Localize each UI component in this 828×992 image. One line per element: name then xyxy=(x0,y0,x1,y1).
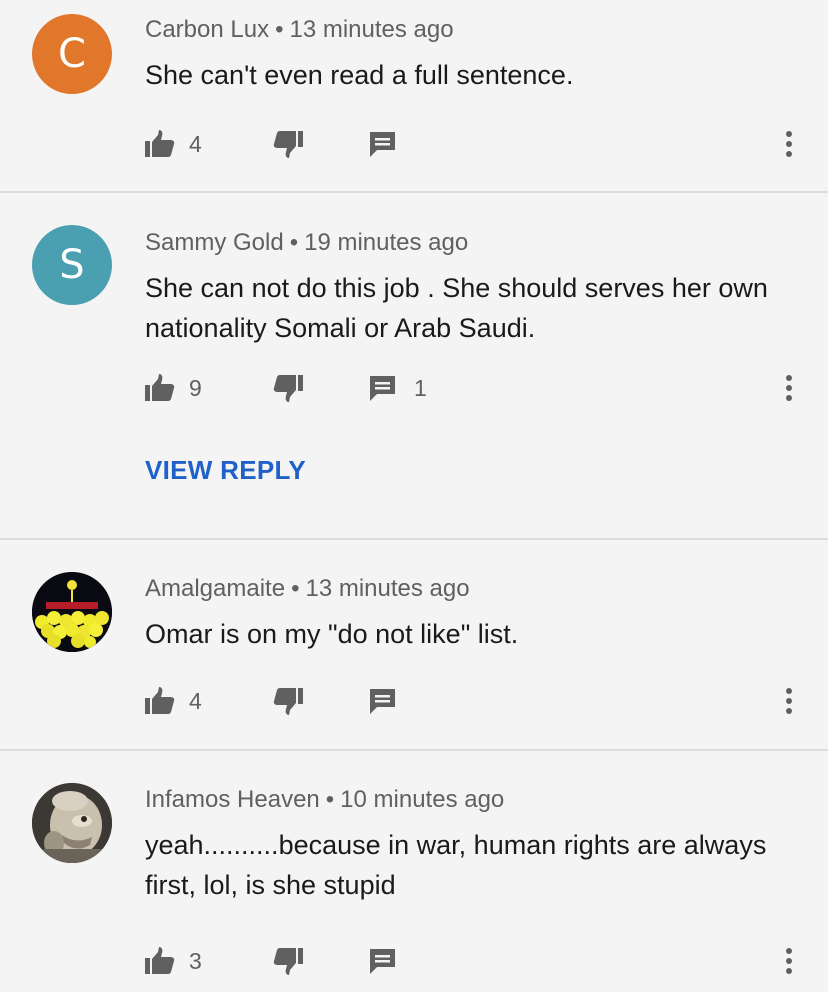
avatar[interactable] xyxy=(32,783,112,863)
comment-item: Infamos Heaven • 10 minutes ago yeah......… xyxy=(0,751,828,992)
reply-comment-icon xyxy=(370,131,395,157)
comment-actions: 4 xyxy=(145,126,805,162)
reply-count: 1 xyxy=(414,374,427,401)
author-name[interactable]: Sammy Gold xyxy=(145,229,284,256)
comment-actions: 3 xyxy=(145,943,805,979)
more-vertical-icon xyxy=(786,948,792,974)
meta-separator: • xyxy=(289,229,299,256)
meta-separator: • xyxy=(275,16,284,43)
timestamp: 10 minutes ago xyxy=(340,786,505,813)
avatar[interactable]: S xyxy=(32,225,112,305)
thumbs-down-icon xyxy=(273,375,303,402)
comment-text: She can't even read a full sentence. xyxy=(145,60,574,90)
author-name[interactable]: Amalgamaite xyxy=(145,575,285,602)
meta-separator: • xyxy=(325,786,335,813)
reply-button[interactable] xyxy=(369,683,396,719)
more-options-button[interactable] xyxy=(785,683,793,719)
reply-button[interactable] xyxy=(369,126,396,162)
avatar-letter: C xyxy=(58,31,86,77)
emoji-crowd-avatar xyxy=(32,572,112,652)
reply-button[interactable] xyxy=(369,943,396,979)
meta-separator: • xyxy=(291,575,300,602)
avatar[interactable] xyxy=(32,572,112,652)
thumbs-up-icon xyxy=(145,374,175,401)
reply-comment-icon xyxy=(370,375,395,401)
thumbs-down-icon xyxy=(273,688,303,715)
comment-item: S Sammy Gold • 19 minutes ago She can not … xyxy=(0,193,828,540)
comment-text: yeah..........because in war, human righ… xyxy=(145,830,767,900)
reply-comment-icon xyxy=(370,688,395,714)
like-button[interactable]: 4 xyxy=(145,126,202,162)
comment-meta: Amalgamaite • 13 minutes ago xyxy=(145,575,470,603)
dislike-button[interactable] xyxy=(273,370,303,406)
thumbs-up-icon xyxy=(145,130,175,157)
timestamp: 19 minutes ago xyxy=(304,229,469,256)
comment-item: C Carbon Lux • 13 minutes ago She can't ev… xyxy=(0,0,828,193)
like-button[interactable]: 9 xyxy=(145,370,202,406)
like-button[interactable]: 4 xyxy=(145,683,202,719)
more-vertical-icon xyxy=(786,375,792,401)
timestamp: 13 minutes ago xyxy=(305,575,470,602)
avatar[interactable]: C xyxy=(32,14,112,94)
reply-comment-icon xyxy=(370,948,395,974)
comment-actions: 9 1 xyxy=(145,370,805,406)
author-name[interactable]: Infamos Heaven xyxy=(145,786,320,813)
comment-meta: Infamos Heaven • 10 minutes ago xyxy=(145,786,504,814)
more-options-button[interactable] xyxy=(785,943,793,979)
comment-meta: Carbon Lux • 13 minutes ago xyxy=(145,16,454,44)
like-count: 4 xyxy=(189,687,202,714)
like-button[interactable]: 3 xyxy=(145,943,202,979)
more-vertical-icon xyxy=(786,131,792,157)
reply-button[interactable]: 1 xyxy=(369,370,427,406)
comment-meta: Sammy Gold • 19 minutes ago xyxy=(145,229,468,257)
more-vertical-icon xyxy=(786,688,792,714)
dislike-button[interactable] xyxy=(273,943,303,979)
thumbs-down-icon xyxy=(273,131,303,158)
dislike-button[interactable] xyxy=(273,126,303,162)
thumbs-up-icon xyxy=(145,687,175,714)
more-options-button[interactable] xyxy=(785,126,793,162)
like-count: 4 xyxy=(189,130,202,157)
dislike-button[interactable] xyxy=(273,683,303,719)
creature-avatar xyxy=(32,783,112,863)
like-count: 9 xyxy=(189,374,202,401)
view-reply-button[interactable]: VIEW REPLY xyxy=(145,455,306,486)
thumbs-down-icon xyxy=(273,948,303,975)
like-count: 3 xyxy=(189,947,202,974)
avatar-letter: S xyxy=(59,242,85,288)
thumbs-up-icon xyxy=(145,947,175,974)
timestamp: 13 minutes ago xyxy=(289,16,454,43)
comment-text: She can not do this job . She should ser… xyxy=(145,273,768,343)
more-options-button[interactable] xyxy=(785,370,793,406)
comment-actions: 4 xyxy=(145,683,805,719)
comment-item: Amalgamaite • 13 minutes ago Omar is on my… xyxy=(0,540,828,751)
author-name[interactable]: Carbon Lux xyxy=(145,16,269,43)
comment-text: Omar is on my "do not like" list. xyxy=(145,619,519,649)
